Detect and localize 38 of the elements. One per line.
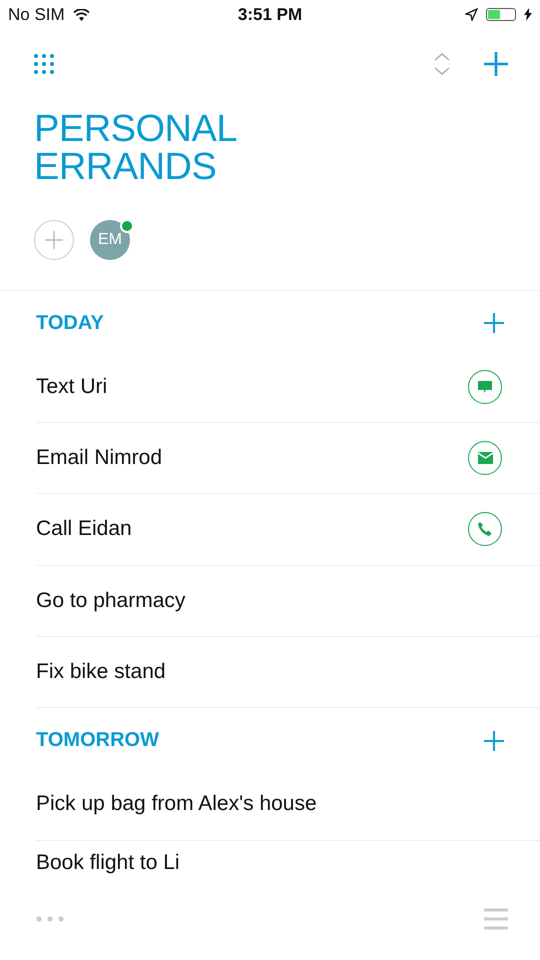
grid-menu-button[interactable] — [34, 54, 54, 74]
battery-icon — [486, 8, 516, 22]
wifi-icon — [72, 8, 90, 21]
plus-icon — [484, 313, 504, 334]
section-title: TODAY — [36, 312, 104, 335]
plus-icon — [45, 230, 63, 249]
add-button[interactable] — [484, 52, 508, 76]
task-title[interactable]: Fix bike stand — [36, 660, 166, 684]
task-title[interactable]: Text Uri — [36, 374, 108, 399]
sort-button[interactable] — [434, 52, 450, 76]
message-button[interactable] — [468, 370, 502, 404]
task-title[interactable]: Go to pharmacy — [36, 588, 186, 613]
menu-button[interactable] — [484, 908, 508, 930]
dot-grid-icon — [34, 54, 54, 74]
chat-bubble-icon — [477, 378, 493, 395]
call-button[interactable] — [468, 512, 502, 546]
add-task-button[interactable] — [484, 730, 504, 751]
add-task-button[interactable] — [484, 313, 504, 334]
location-arrow-icon — [465, 8, 478, 22]
menu-icon — [484, 908, 508, 930]
envelope-icon — [478, 452, 492, 464]
list-title: ERRANDS — [34, 148, 216, 186]
phone-icon — [477, 521, 493, 538]
task-title[interactable]: Call Eidan — [36, 517, 132, 542]
plus-icon — [484, 730, 504, 751]
more-button[interactable] — [36, 916, 64, 922]
add-member-button[interactable] — [34, 220, 74, 260]
chevrons-icon — [434, 52, 450, 76]
plus-icon — [484, 52, 508, 76]
status-time: 3:51 PM — [238, 4, 302, 25]
more-dots-icon — [36, 916, 64, 922]
task-title[interactable]: Book flight to Li — [36, 851, 180, 875]
list-title: PERSONAL — [34, 110, 237, 148]
carrier-label: No SIM — [8, 4, 65, 25]
email-button[interactable] — [468, 441, 502, 476]
task-title[interactable]: Pick up bag from Alex's house — [36, 792, 317, 816]
task-title[interactable]: Email Nimrod — [36, 446, 162, 470]
section-title: TOMORROW — [36, 729, 159, 752]
